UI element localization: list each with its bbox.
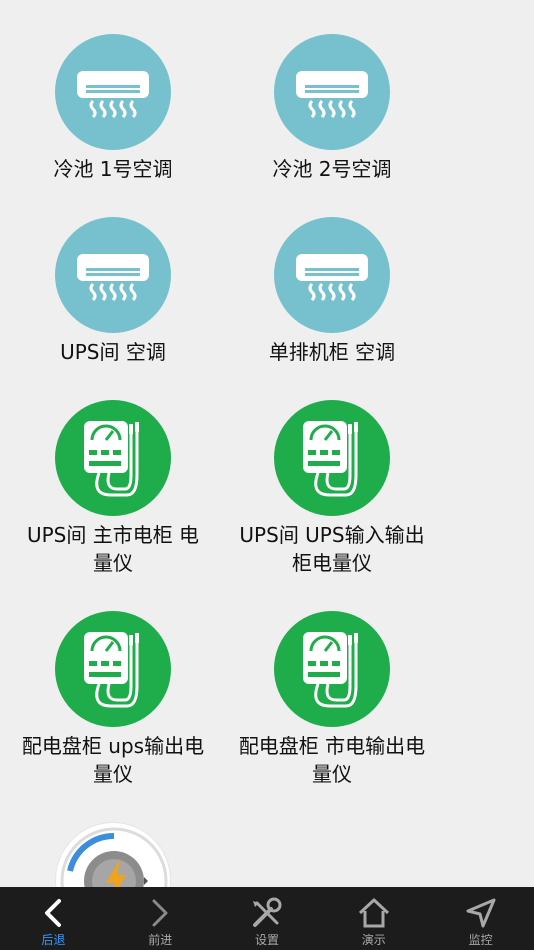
device-label: UPS间 主市电柜 电量仪 (26, 523, 200, 575)
device-tile[interactable]: UPS间 空调 (13, 217, 213, 366)
tab-label: 前进 (148, 933, 173, 947)
tab-label: 设置 (254, 933, 279, 947)
device-tile[interactable]: UPS间 UPS输入输出柜电量仪 (232, 400, 432, 577)
device-tile[interactable]: 冷池 2号空调 (232, 34, 432, 183)
tab-back[interactable]: 后退 (0, 887, 107, 950)
air-conditioner-icon (274, 217, 390, 333)
device-tile[interactable]: 冷池 1号空调 (13, 34, 213, 183)
device-tile[interactable] (13, 822, 213, 887)
chevron-left-icon (45, 899, 62, 927)
device-tile[interactable]: 配电盘柜 ups输出电量仪 (13, 611, 213, 788)
device-label: 冷池 2号空调 (272, 157, 392, 181)
tab-label: 监控 (468, 933, 493, 947)
tab-label: 后退 (41, 933, 66, 947)
energy-gauge-icon (55, 822, 171, 887)
air-conditioner-icon (274, 34, 390, 150)
air-conditioner-icon (55, 217, 171, 333)
tab-settings[interactable]: 设置 (214, 887, 321, 950)
device-label: 单排机柜 空调 (268, 340, 396, 364)
tab-monitor[interactable]: 监控 (427, 887, 534, 950)
device-label: UPS间 空调 (60, 340, 166, 364)
power-meter-icon (274, 400, 390, 516)
air-conditioner-icon (55, 34, 171, 150)
device-label: 配电盘柜 ups输出电量仪 (21, 734, 205, 786)
home-icon (358, 898, 389, 928)
device-grid: 冷池 1号空调 冷池 2号空调 UPS间 空调 单排机柜 空调 UPS间 主市电… (0, 0, 534, 887)
device-label: 配电盘柜 市电输出电量仪 (238, 734, 426, 786)
device-label: UPS间 UPS输入输出柜电量仪 (239, 523, 425, 575)
device-tile[interactable]: UPS间 主市电柜 电量仪 (13, 400, 213, 577)
power-meter-icon (55, 611, 171, 727)
tab-demo[interactable]: 演示 (320, 887, 427, 950)
tab-forward[interactable]: 前进 (107, 887, 214, 950)
device-label: 冷池 1号空调 (53, 157, 173, 181)
navigation-arrow-icon (466, 898, 496, 928)
power-meter-icon (274, 611, 390, 727)
power-meter-icon (55, 400, 171, 516)
bottom-tab-bar: 后退 前进 设置 演示 监控 (0, 887, 534, 950)
chevron-right-icon (152, 899, 168, 927)
device-tile[interactable]: 单排机柜 空调 (232, 217, 432, 366)
tools-icon (252, 897, 282, 927)
tab-label: 演示 (361, 933, 386, 947)
device-tile[interactable]: 配电盘柜 市电输出电量仪 (232, 611, 432, 788)
